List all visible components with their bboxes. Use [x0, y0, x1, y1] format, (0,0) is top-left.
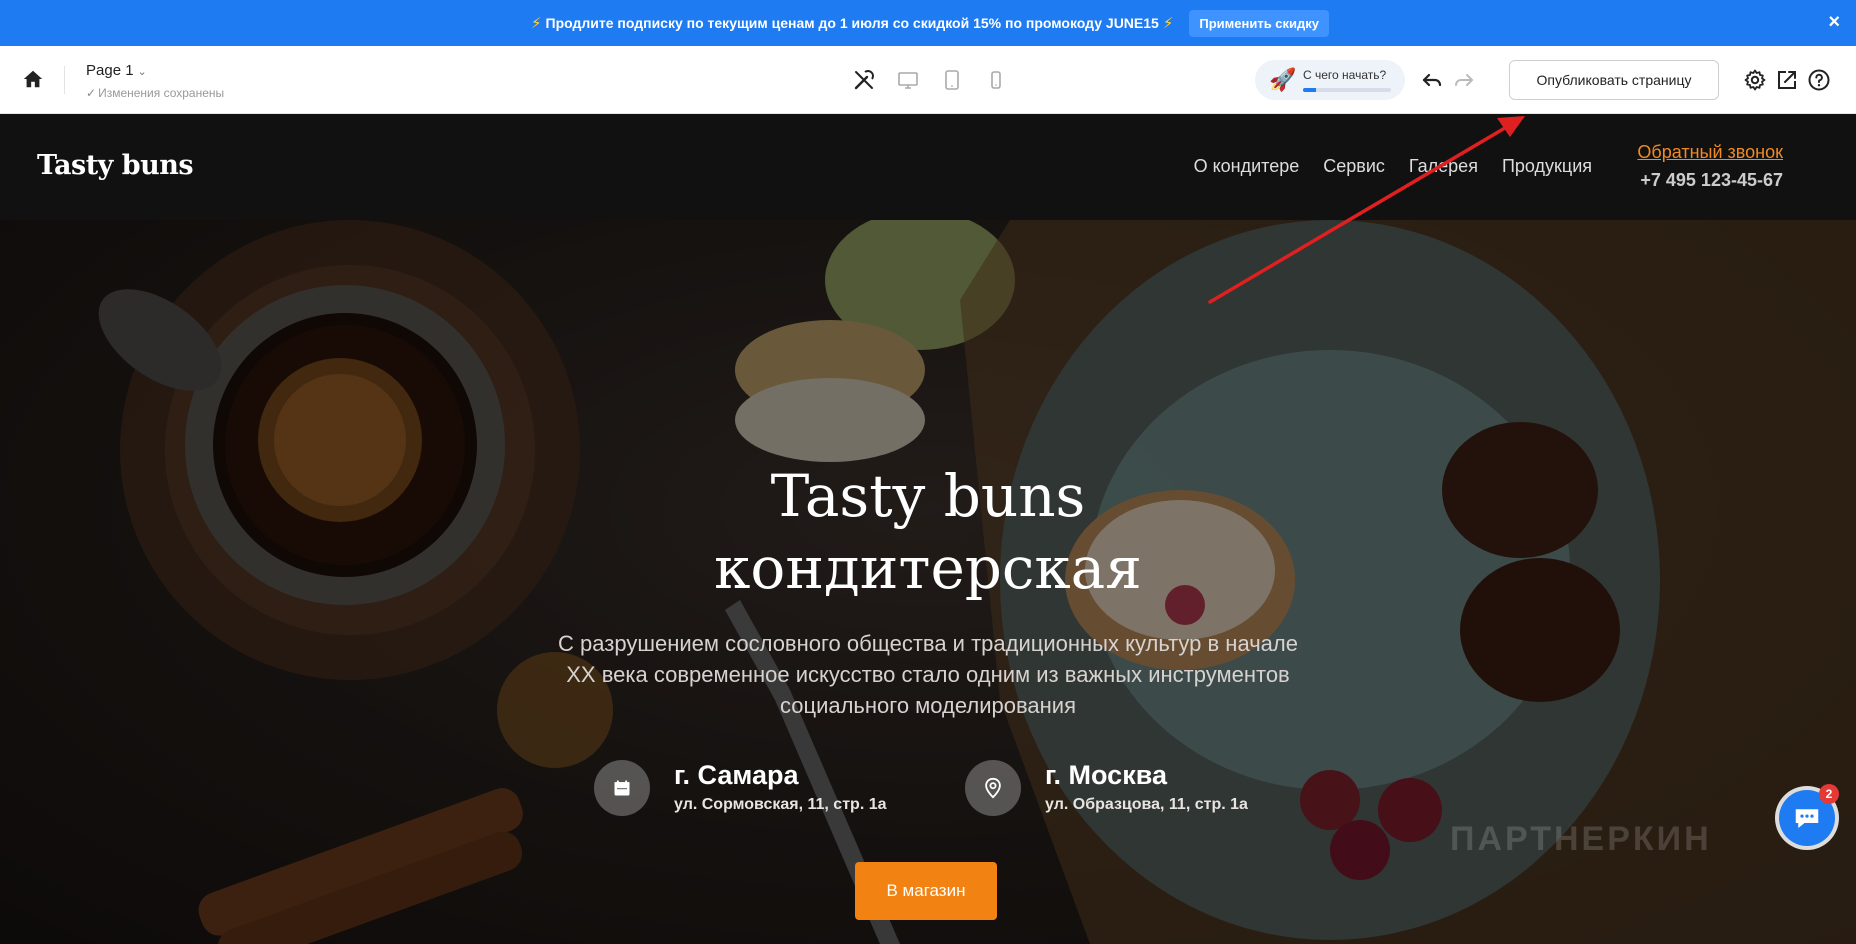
phone-number: +7 495 123-45-67: [1640, 170, 1783, 190]
device-switcher: [852, 68, 1008, 92]
page-title: Page 1: [86, 62, 134, 79]
calendar-icon: [594, 760, 650, 816]
lightning-icon: ⚡: [1162, 15, 1174, 32]
onboarding-progress: [1303, 88, 1391, 92]
hero-section: ПАРТНЕРКИН Tasty buns кондитерская С раз…: [0, 220, 1856, 944]
chat-icon: [1795, 809, 1819, 828]
check-icon: ✓: [86, 86, 97, 100]
tablet-icon[interactable]: [940, 68, 964, 92]
save-status: ✓ Изменения сохранены: [86, 86, 224, 100]
shop-button[interactable]: В магазин: [855, 862, 997, 920]
nav-item-about[interactable]: О кондитере: [1194, 156, 1300, 177]
external-link-icon[interactable]: [1775, 68, 1799, 92]
getting-started-button[interactable]: 🚀 С чего начать?: [1255, 60, 1405, 100]
location-address: ул. Сормовская, 11, стр. 1а: [674, 796, 887, 813]
location-address: ул. Образцова, 11, стр. 1а: [1045, 796, 1248, 813]
callback-link[interactable]: Обратный звонок: [1637, 142, 1783, 163]
page-selector[interactable]: Page 1 ⌄: [86, 62, 147, 79]
nav-item-gallery[interactable]: Галерея: [1409, 156, 1478, 177]
apply-discount-button[interactable]: Применить скидку: [1189, 9, 1330, 37]
promo-bar: ⚡ Продлите подписку по текущим ценам до …: [0, 0, 1856, 46]
watermark-text: ПАРТНЕРКИН: [1450, 820, 1712, 858]
map-pin-icon: [965, 760, 1021, 816]
location-city: г. Москва: [1045, 760, 1167, 790]
nav-item-service[interactable]: Сервис: [1323, 156, 1385, 177]
desktop-icon[interactable]: [896, 68, 920, 92]
rocket-icon: 🚀: [1269, 67, 1297, 92]
mobile-icon[interactable]: [984, 68, 1008, 92]
magic-wand-icon[interactable]: [852, 68, 876, 92]
site-logo[interactable]: Tasty buns: [37, 150, 194, 181]
hero-description: С разрушением сословного общества и трад…: [558, 631, 1298, 718]
promo-text: Продлите подписку по текущим ценам до 1 …: [545, 15, 1159, 31]
lightning-icon: ⚡: [530, 15, 542, 32]
close-icon[interactable]: ×: [1828, 12, 1840, 32]
nav-item-products[interactable]: Продукция: [1502, 156, 1592, 177]
save-status-text: Изменения сохранены: [98, 86, 225, 100]
hero-title-line2: кондитерская: [714, 534, 1142, 602]
site-header: Tasty buns О кондитере Сервис Галерея Пр…: [0, 114, 1856, 220]
toolbar-divider: [64, 66, 65, 94]
hero-title-line1: Tasty buns: [770, 462, 1086, 530]
getting-started-label: С чего начать?: [1303, 68, 1387, 82]
hero-title: Tasty buns кондитерская: [0, 460, 1856, 604]
home-icon[interactable]: [22, 68, 44, 90]
editor-toolbar: Page 1 ⌄ ✓ Изменения сохранены 🚀 С чего на…: [0, 46, 1856, 114]
publish-page-button[interactable]: Опубликовать страницу: [1509, 60, 1719, 100]
help-icon[interactable]: [1807, 68, 1831, 92]
gear-icon[interactable]: [1743, 68, 1767, 92]
onboarding-progress-fill: [1303, 88, 1317, 92]
redo-icon[interactable]: [1452, 68, 1476, 92]
site-nav: О кондитере Сервис Галерея Продукция: [1194, 156, 1592, 177]
chevron-down-icon: ⌄: [137, 66, 147, 78]
unread-badge: 2: [1819, 784, 1839, 804]
chat-widget-button[interactable]: 2: [1779, 784, 1839, 846]
undo-icon[interactable]: [1420, 68, 1444, 92]
location-city: г. Самара: [674, 760, 799, 790]
